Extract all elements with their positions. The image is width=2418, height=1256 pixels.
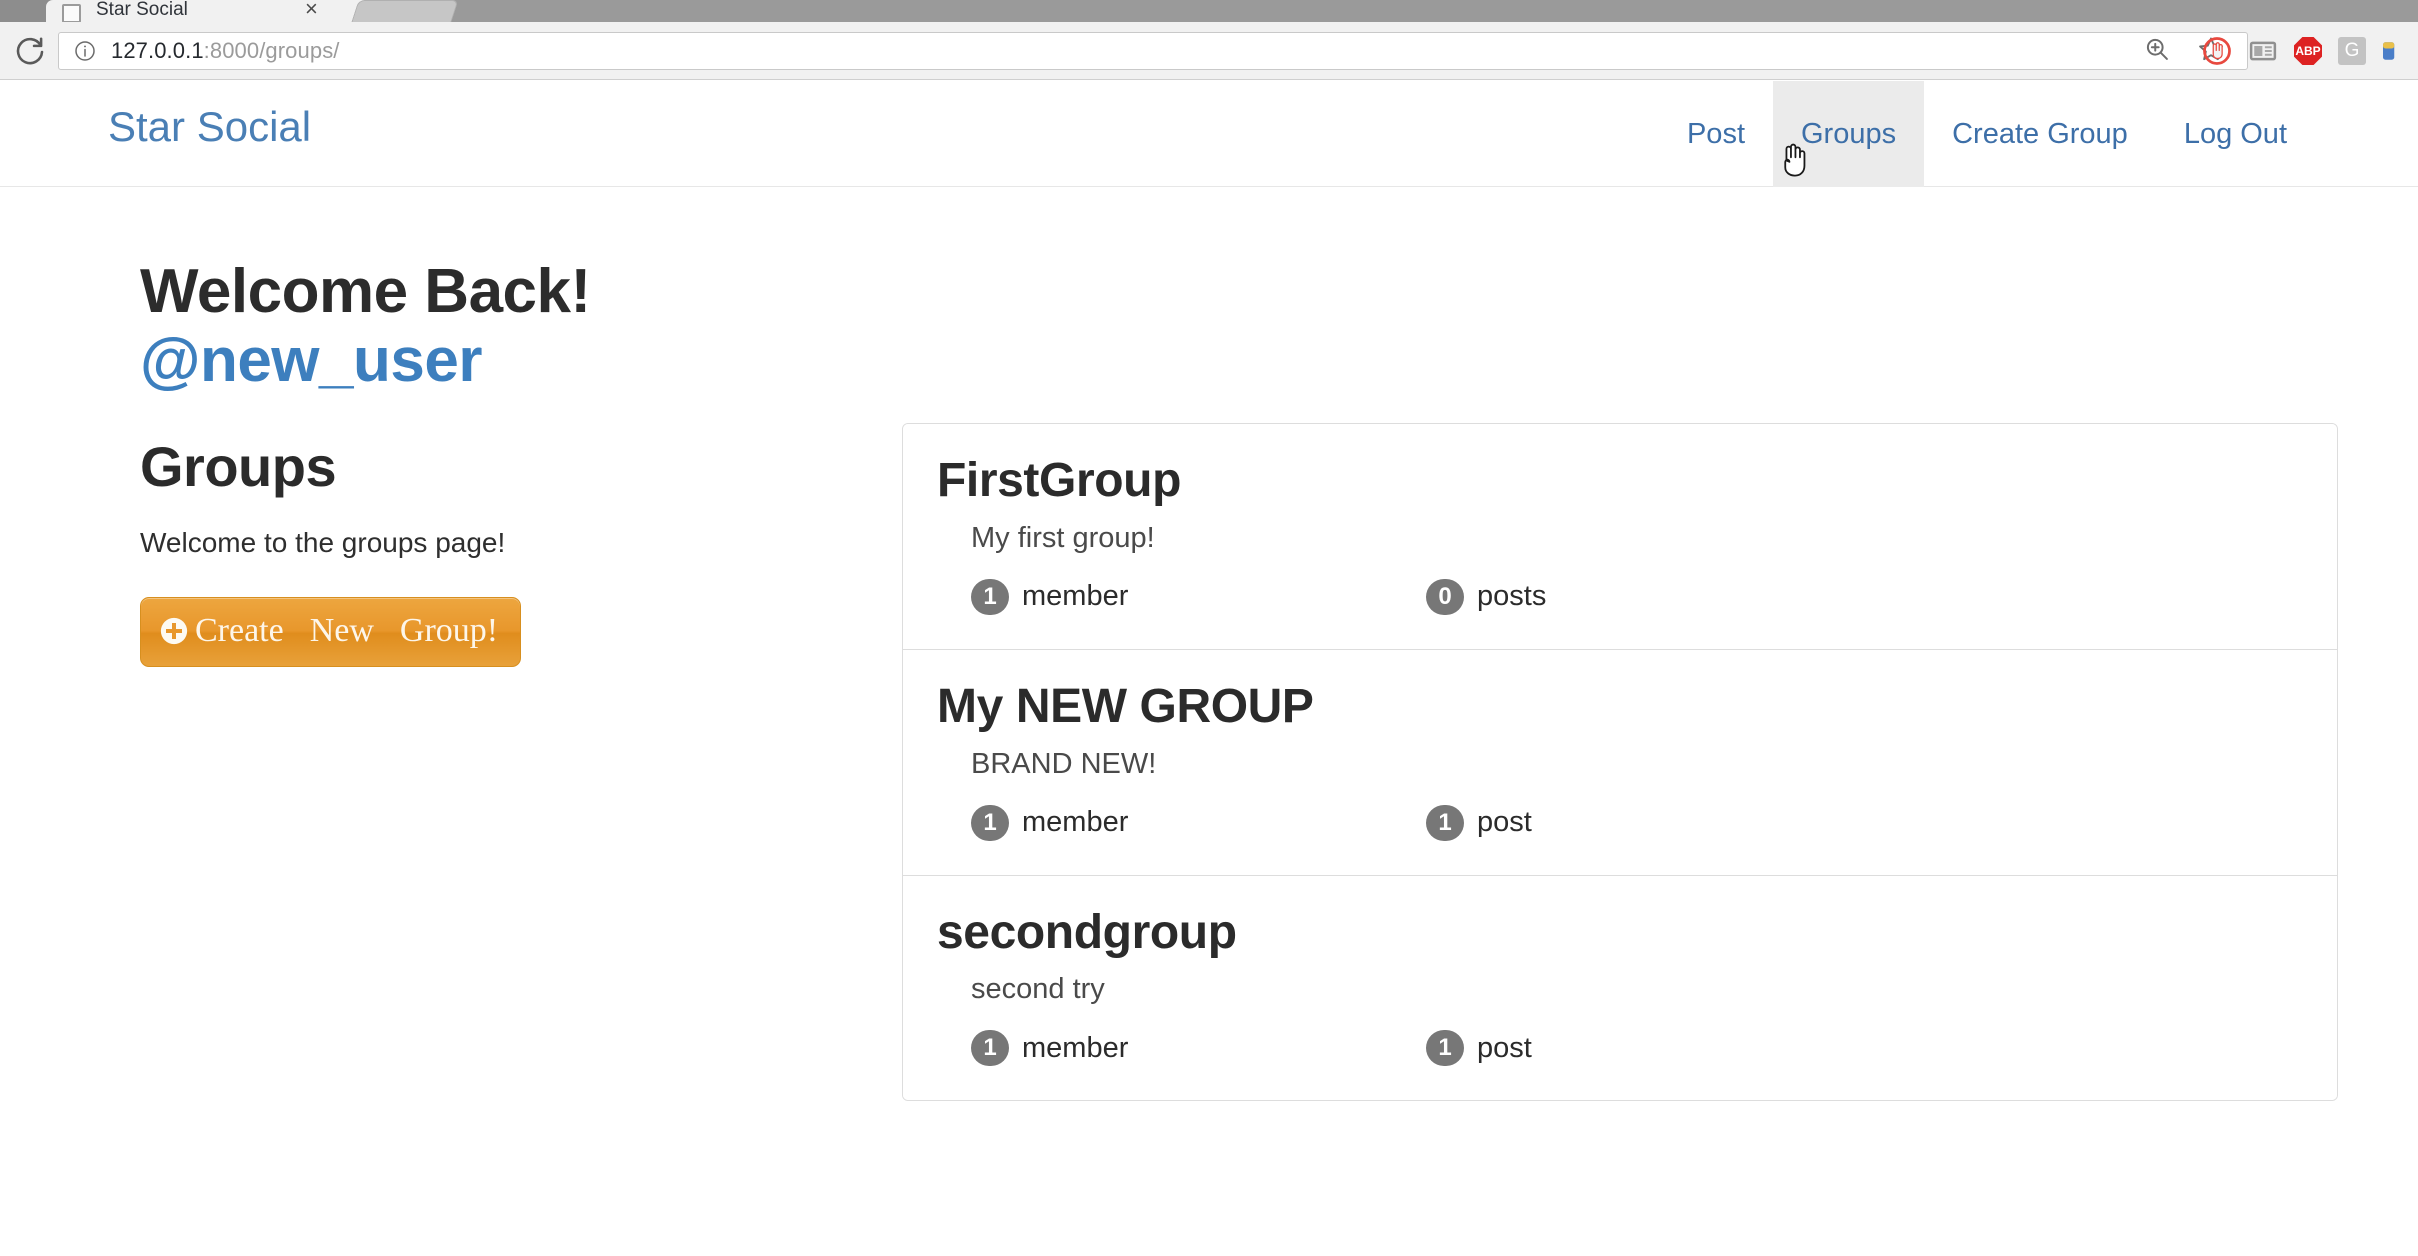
group-stats: 1 member 1 post (971, 804, 2303, 841)
groups-section-heading: Groups (140, 434, 337, 498)
site-brand[interactable]: Star Social (108, 103, 311, 151)
browser-window: Star Social × 127.0.0.1:8000/groups/ ABP… (0, 0, 2418, 1256)
member-count-label: member (1022, 580, 1129, 613)
group-title: secondgroup (937, 905, 1237, 959)
sidebar-panel: Welcome Back! @new_user Groups Welcome t… (140, 257, 780, 667)
group-post-stat: 0 posts (1426, 578, 1547, 615)
reader-view-extension-icon[interactable] (2248, 36, 2278, 66)
create-button-word-1: Create (195, 611, 284, 649)
member-count-badge: 1 (971, 578, 1009, 615)
group-description: My first group! (971, 521, 1155, 554)
group-member-stat: 1 member (971, 1030, 1426, 1067)
group-stats: 1 member 1 post (971, 1030, 2303, 1067)
group-list-item[interactable]: FirstGroup My first group! 1 member 0 po… (903, 424, 2337, 650)
create-new-group-button[interactable]: Create New Group! (140, 596, 522, 667)
post-count-label: post (1477, 806, 1532, 838)
plus-circle-icon (159, 616, 189, 646)
create-button-word-2: New (309, 611, 374, 649)
create-button-word-3: Group! (399, 611, 499, 649)
nav-post[interactable]: Post (1659, 81, 1773, 187)
group-description: second try (971, 973, 1105, 1006)
post-count-badge: 0 (1426, 578, 1464, 615)
tab-strip: Star Social × (0, 0, 2418, 22)
primary-nav: Post Groups Create Group Log Out (1659, 81, 2315, 187)
nav-log-out[interactable]: Log Out (2156, 81, 2315, 187)
post-count-label: post (1477, 1031, 1532, 1064)
site-navbar: Star Social Post Groups Create Group Log… (0, 81, 2418, 187)
url-path: :8000/groups/ (203, 38, 340, 63)
post-count-badge: 1 (1426, 1030, 1464, 1067)
nav-groups[interactable]: Groups (1773, 81, 1925, 187)
groups-list: FirstGroup My first group! 1 member 0 po… (902, 423, 2338, 1102)
address-bar-url: 127.0.0.1:8000/groups/ (111, 38, 340, 64)
group-title: My NEW GROUP (937, 679, 1314, 733)
url-host: 127.0.0.1 (111, 38, 204, 63)
member-count-label: member (1022, 1031, 1129, 1064)
tab-close-icon[interactable]: × (305, 0, 318, 20)
google-extension-icon[interactable]: G (2338, 37, 2366, 65)
group-stats: 1 member 0 posts (971, 578, 2303, 615)
page-info-icon[interactable] (73, 39, 97, 63)
tab-title: Star Social (96, 0, 188, 20)
group-post-stat: 1 post (1426, 804, 1532, 841)
tab-favicon (62, 4, 81, 22)
group-list-item[interactable]: My NEW GROUP BRAND NEW! 1 member 1 post (903, 649, 2337, 876)
welcome-heading: Welcome Back! (140, 257, 591, 326)
new-tab-button[interactable] (351, 0, 459, 22)
group-description: BRAND NEW! (971, 747, 1157, 780)
member-count-label: member (1022, 806, 1129, 838)
user-handle-link[interactable]: @new_user (140, 326, 780, 395)
groups-section-subtitle: Welcome to the groups page! (140, 526, 506, 558)
blocker-extension-icon[interactable] (2202, 36, 2232, 66)
member-count-badge: 1 (971, 804, 1009, 841)
page-viewport: Star Social Post Groups Create Group Log… (0, 81, 2418, 1256)
group-title: FirstGroup (937, 454, 1181, 507)
reload-icon[interactable] (12, 34, 48, 70)
post-count-label: posts (1477, 580, 1547, 613)
create-button-label: Create New Group! (195, 612, 498, 650)
member-count-badge: 1 (971, 1030, 1009, 1067)
group-list-item[interactable]: secondgroup second try 1 member 1 post (903, 875, 2337, 1101)
group-post-stat: 1 post (1426, 1030, 1532, 1067)
nav-create-group[interactable]: Create Group (1924, 81, 2156, 187)
zoom-in-icon[interactable] (2143, 35, 2171, 68)
extension-toolbar: ABP G (2202, 32, 2412, 70)
adblock-plus-extension-icon[interactable]: ABP (2294, 37, 2322, 65)
group-member-stat: 1 member (971, 804, 1426, 841)
address-bar[interactable]: 127.0.0.1:8000/groups/ (58, 32, 2248, 70)
partial-extension-icon[interactable] (2382, 36, 2412, 66)
post-count-badge: 1 (1426, 804, 1464, 841)
group-member-stat: 1 member (971, 578, 1426, 615)
browser-toolbar: 127.0.0.1:8000/groups/ ABP G (0, 22, 2418, 80)
